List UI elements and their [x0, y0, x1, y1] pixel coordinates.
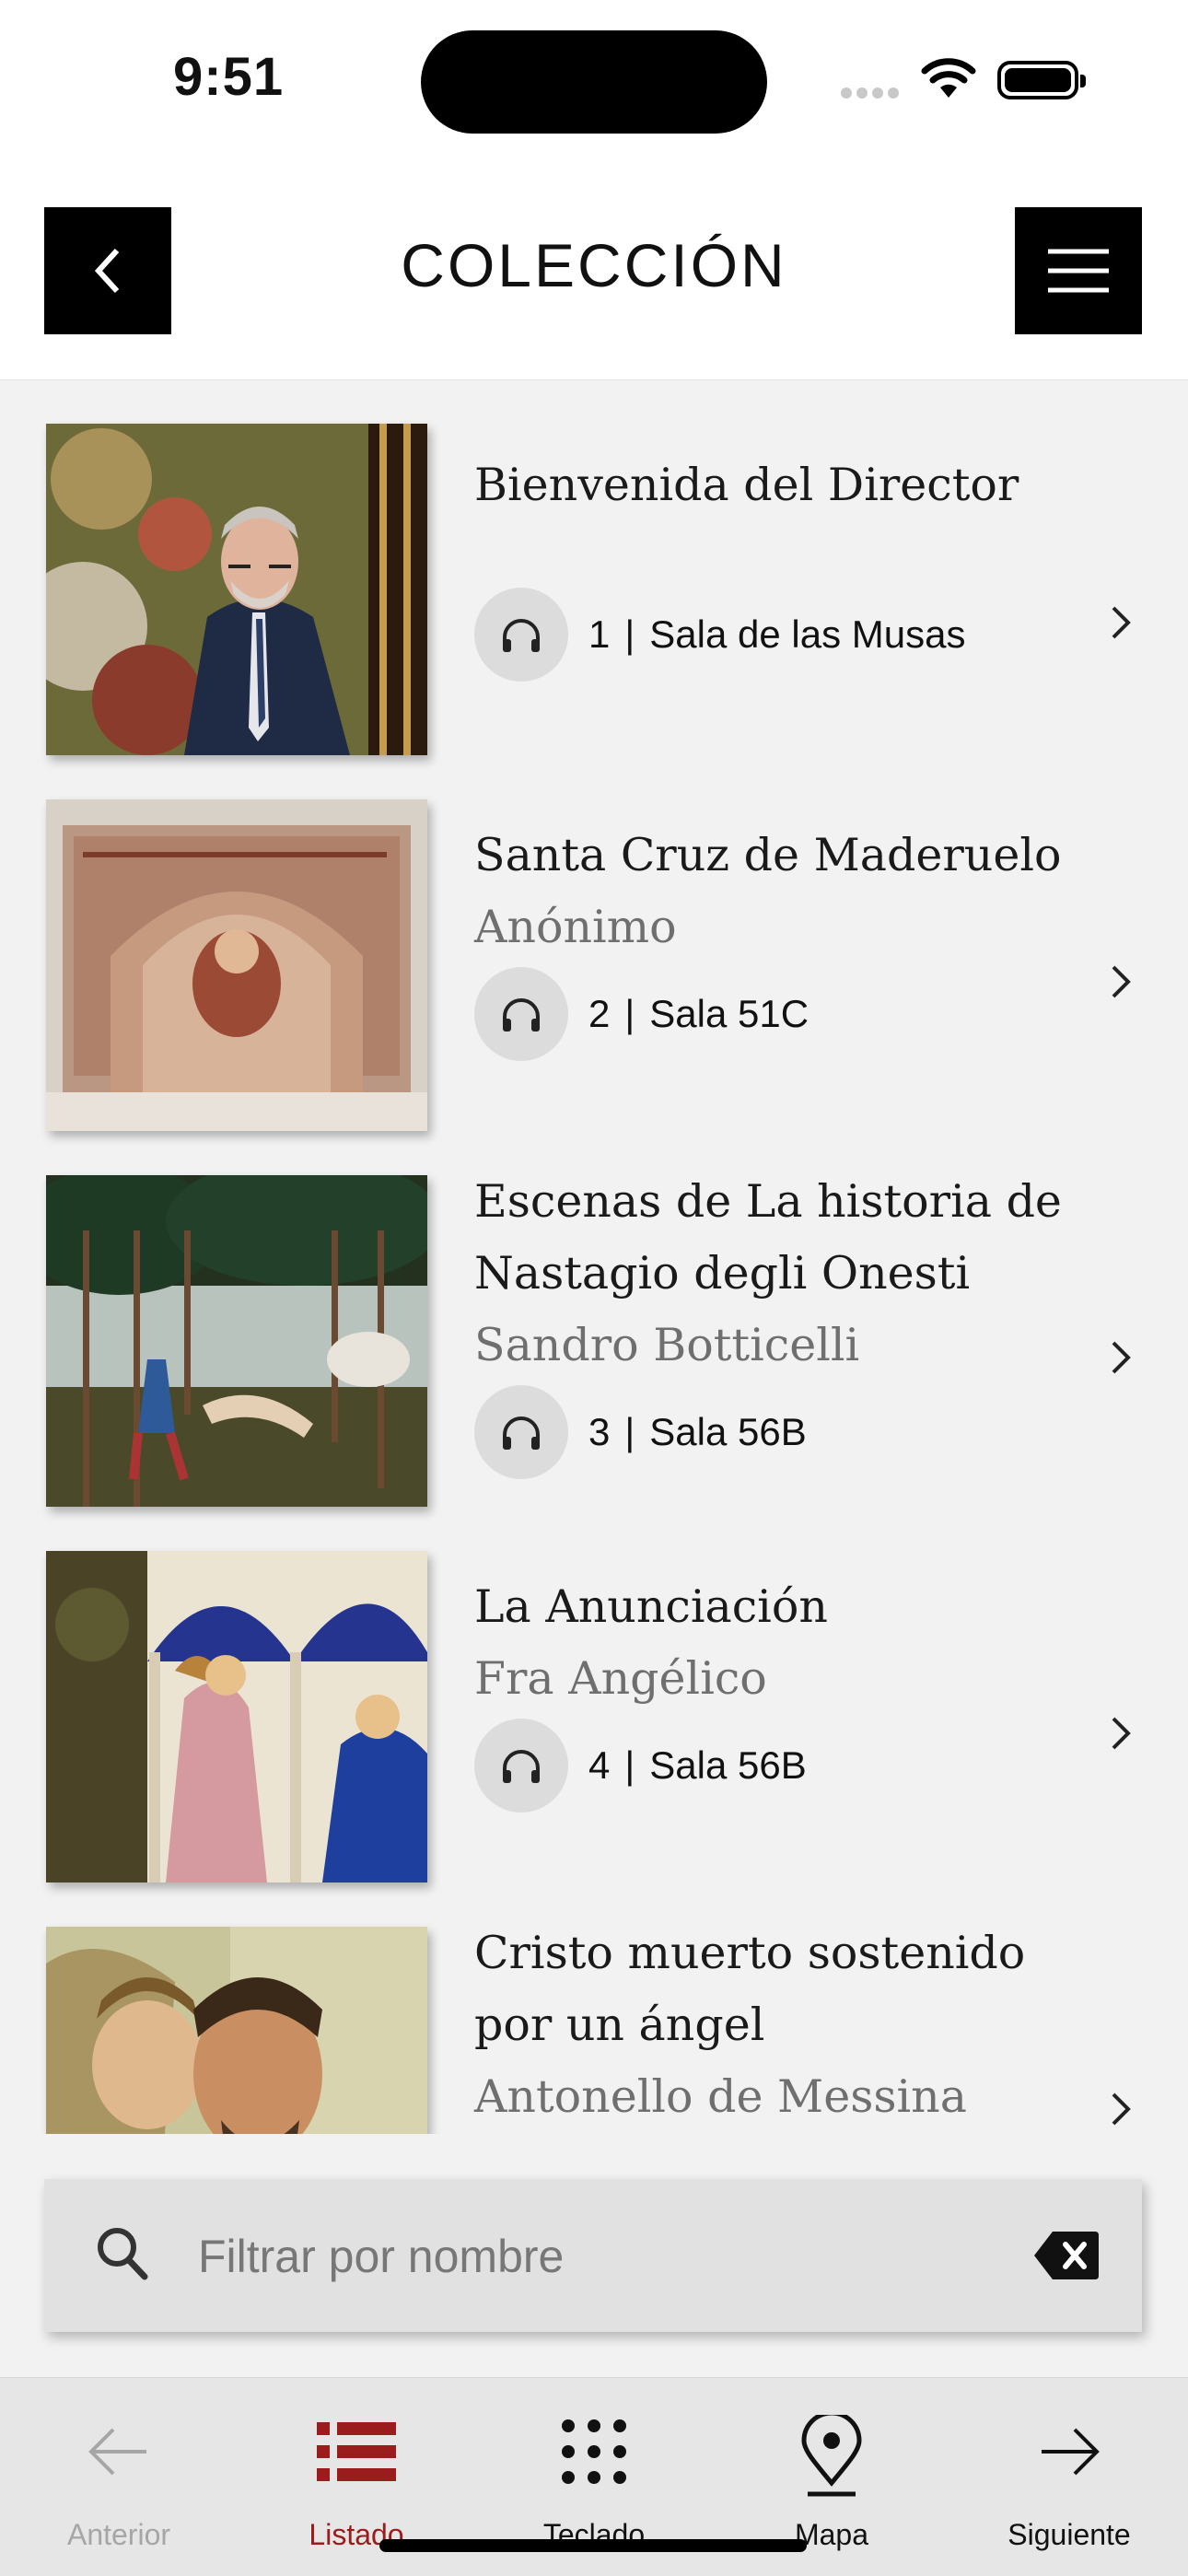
dynamic-island	[421, 30, 767, 134]
chevron-right-icon	[1112, 1341, 1131, 1374]
item-meta: 4 | Sala 56B	[474, 1719, 1073, 1813]
app-header: COLECCIÓN	[0, 175, 1188, 380]
chevron-right-icon	[1112, 1717, 1131, 1750]
tab-anterior[interactable]: Anterior	[0, 2378, 238, 2576]
separator: |	[624, 992, 635, 1035]
list-item[interactable]: Santa Cruz de Maderuelo Anónimo 2 | Sala…	[0, 790, 1188, 1166]
headphones-icon	[503, 619, 540, 652]
item-title: Escenas de La historia de Nastagio degli…	[474, 1175, 1062, 1300]
chevron-right-icon	[1112, 2092, 1131, 2126]
list-item[interactable]: La Anunciación Fra Angélico 4 | Sala 56B	[0, 1542, 1188, 1917]
headphones-icon	[503, 1416, 540, 1450]
arrow-right-icon	[1042, 2428, 1100, 2476]
artwork-thumbnail	[46, 1175, 427, 1507]
item-number: 4	[588, 1743, 611, 1787]
list-item[interactable]: Cristo muerto sostenido por un ángel Ant…	[0, 1917, 1188, 2134]
clear-input-button[interactable]	[1032, 2230, 1101, 2281]
map-pin-icon	[801, 2415, 862, 2497]
item-meta: 3 | Sala 56B	[474, 1385, 1073, 1479]
audio-button[interactable]	[474, 1719, 568, 1813]
item-meta: 2 | Sala 51C	[474, 967, 1073, 1061]
item-title: Cristo muerto sostenido por un ángel	[474, 1927, 1026, 2051]
item-title: La Anunciación	[474, 1580, 828, 1633]
audio-button[interactable]	[474, 967, 568, 1061]
chevron-right-icon	[1112, 965, 1131, 998]
status-time: 9:51	[173, 47, 285, 107]
list-icon	[317, 2422, 396, 2481]
arrow-left-icon	[88, 2428, 146, 2476]
artwork-thumbnail	[46, 799, 427, 1131]
separator: |	[624, 1410, 635, 1453]
hamburger-menu-icon	[1048, 249, 1109, 293]
item-title: Santa Cruz de Maderuelo	[474, 829, 1062, 881]
battery-icon	[997, 61, 1086, 99]
tab-siguiente[interactable]: Siguiente	[950, 2378, 1188, 2576]
status-bar: 9:51	[0, 0, 1188, 175]
item-room: Sala de las Musas	[649, 612, 966, 656]
search-bar	[44, 2179, 1142, 2332]
artwork-thumbnail	[46, 1927, 427, 2134]
item-meta: 1 | Sala de las Musas	[474, 588, 1073, 682]
page-title: COLECCIÓN	[401, 231, 787, 299]
artwork-thumbnail	[46, 1551, 427, 1882]
audio-button[interactable]	[474, 1385, 568, 1479]
item-title: Bienvenida del Director	[474, 459, 1019, 511]
cellular-signal-icon	[841, 87, 905, 99]
headphones-icon	[503, 998, 540, 1032]
home-indicator	[379, 2539, 807, 2552]
wifi-icon	[921, 58, 976, 98]
search-icon	[98, 2228, 148, 2280]
collection-list[interactable]: Bienvenida del Director 1 | Sala de las …	[0, 379, 1188, 2134]
keypad-icon	[562, 2419, 626, 2484]
audio-button[interactable]	[474, 588, 568, 682]
headphones-icon	[503, 1750, 540, 1783]
item-room: Sala 56B	[649, 1410, 807, 1453]
item-number: 3	[588, 1410, 611, 1453]
item-room: Sala 51C	[649, 992, 809, 1035]
chevron-right-icon	[1112, 606, 1131, 639]
item-author: Anónimo	[474, 901, 677, 953]
search-input[interactable]	[196, 2216, 1029, 2297]
item-number: 1	[588, 612, 611, 656]
separator: |	[624, 612, 635, 656]
menu-button[interactable]	[1015, 207, 1142, 334]
tab-label: Anterior	[66, 2518, 171, 2551]
artwork-thumbnail	[46, 424, 427, 755]
separator: |	[624, 1743, 635, 1787]
item-author: Antonello de Messina	[474, 2070, 967, 2123]
item-room: Sala 56B	[649, 1743, 807, 1787]
item-author: Fra Angélico	[474, 1652, 767, 1705]
tab-label: Siguiente	[1007, 2518, 1131, 2551]
list-item[interactable]: Escenas de La historia de Nastagio degli…	[0, 1166, 1188, 1542]
item-number: 2	[588, 992, 611, 1035]
list-item[interactable]: Bienvenida del Director 1 | Sala de las …	[0, 414, 1188, 790]
item-author: Sandro Botticelli	[474, 1319, 860, 1371]
